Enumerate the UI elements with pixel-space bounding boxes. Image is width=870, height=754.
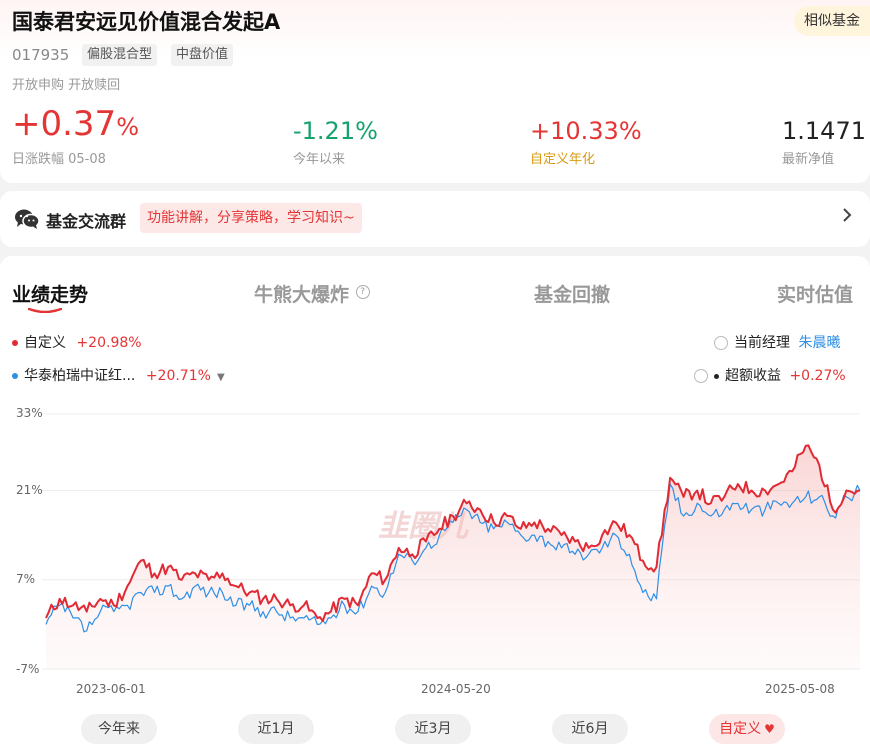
wechat-icon — [14, 208, 40, 234]
fund-group-banner[interactable]: 基金交流群 功能讲解，分享策略，学习知识~ — [0, 191, 870, 247]
custom-annual-value: +10.33% — [530, 117, 642, 145]
excess-dot-icon — [714, 373, 719, 379]
fund-type-tag: 偏股混合型 — [82, 44, 158, 66]
ytd-return-label: 今年以来 — [293, 152, 346, 167]
range-custom-button[interactable]: 自定义 ♥ — [709, 714, 785, 744]
fund-name: 国泰君安远见价值混合发起A — [12, 10, 281, 34]
similar-funds-button[interactable]: 相似基金 — [794, 6, 870, 36]
trade-status: 开放申购 开放赎回 — [12, 78, 121, 93]
fund-code: 017935 — [12, 46, 70, 64]
range-ytd-button[interactable]: 今年来 — [81, 714, 157, 744]
legend-manager[interactable]: 当前经理 朱晨曦 — [714, 332, 840, 352]
legend-fund-name: 自定义 — [24, 335, 66, 351]
group-tagline: 功能讲解，分享策略，学习知识~ — [140, 203, 362, 233]
tab-bull-bear-label: 牛熊大爆炸 — [254, 284, 350, 306]
tab-realtime-estimate[interactable]: 实时估值 — [777, 280, 853, 307]
heart-icon: ♥ — [764, 722, 775, 736]
fund-header-card: 国泰君安远见价值混合发起A 相似基金 017935 偏股混合型 中盘价值 开放申… — [0, 0, 870, 183]
legend-excess[interactable]: 超额收益 +0.27% — [694, 365, 846, 385]
daily-change-value: +0.37 — [12, 104, 117, 144]
tab-bull-bear[interactable]: 牛熊大爆炸 ? — [254, 280, 370, 307]
tab-drawdown[interactable]: 基金回撤 — [534, 280, 610, 307]
manager-toggle-icon[interactable] — [714, 336, 728, 350]
fund-style-tag: 中盘价值 — [171, 44, 234, 66]
range-6m-button[interactable]: 近6月 — [552, 714, 628, 744]
fund-area — [46, 445, 860, 669]
legend-fund[interactable]: 自定义 +20.98% — [12, 332, 142, 352]
nav-value: 1.1471 — [782, 117, 866, 145]
excess-label: 超额收益 — [725, 368, 781, 384]
range-custom-label: 自定义 — [719, 721, 762, 737]
custom-annual-label[interactable]: 自定义年化 — [530, 148, 595, 167]
tab-performance[interactable]: 业绩走势 — [12, 280, 88, 307]
tab-active-indicator — [28, 308, 62, 313]
excess-toggle-icon[interactable] — [694, 369, 708, 383]
daily-change-unit: % — [116, 113, 140, 141]
range-3m-button[interactable]: 近3月 — [395, 714, 471, 744]
daily-change: +0.37% — [12, 104, 139, 144]
legend-benchmark-name: 华泰柏瑞中证红... — [24, 368, 136, 384]
legend-benchmark[interactable]: 华泰柏瑞中证红... +20.71% ▼ — [12, 365, 225, 385]
dropdown-triangle-icon[interactable]: ▼ — [217, 372, 225, 383]
group-title: 基金交流群 — [46, 212, 127, 231]
range-1m-button[interactable]: 近1月 — [238, 714, 314, 744]
manager-name[interactable]: 朱晨曦 — [798, 335, 840, 351]
manager-label: 当前经理 — [734, 335, 790, 351]
daily-change-label: 日涨跌幅 05-08 — [12, 152, 106, 167]
performance-card: 业绩走势 牛熊大爆炸 ? 基金回撤 实时估值 自定义 +20.98% 华泰柏瑞中… — [0, 256, 870, 754]
legend-benchmark-value: +20.71% — [145, 368, 211, 384]
legend-fund-value: +20.98% — [76, 335, 142, 351]
ytd-return-value: -1.21% — [293, 117, 378, 145]
nav-label: 最新净值 — [782, 152, 835, 167]
benchmark-dot-icon — [12, 373, 18, 379]
fund-dot-icon — [12, 340, 18, 346]
help-icon[interactable]: ? — [355, 285, 370, 299]
performance-chart[interactable]: 韭圈儿 — [0, 396, 870, 686]
chevron-right-icon[interactable] — [842, 207, 852, 228]
excess-value: +0.27% — [789, 368, 846, 384]
